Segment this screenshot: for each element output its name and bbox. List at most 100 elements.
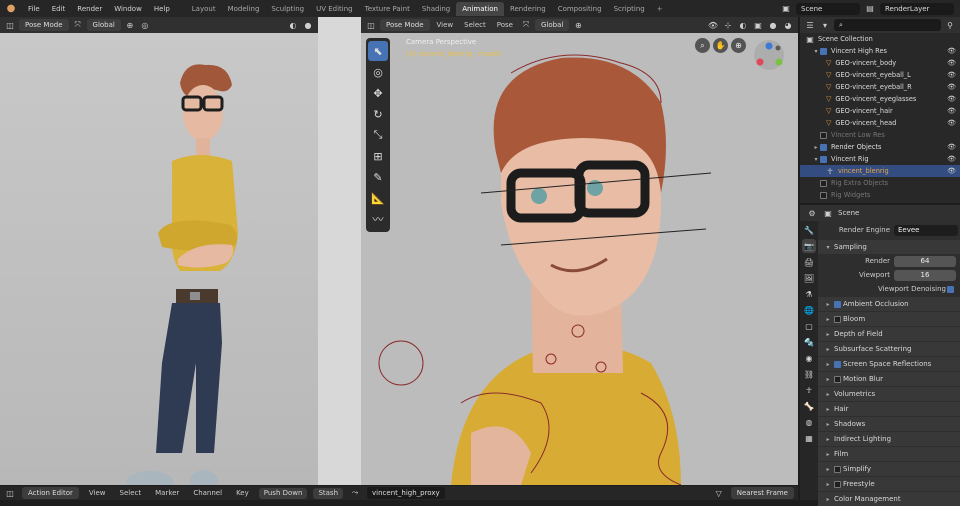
- left-mode-dropdown[interactable]: Pose Mode: [19, 19, 69, 31]
- view-layer-field[interactable]: RenderLayer: [880, 2, 954, 15]
- expand-icon[interactable]: ▸: [824, 421, 832, 428]
- annotate-tool-icon[interactable]: ✎: [368, 167, 388, 187]
- outliner-row-geo-body[interactable]: ▽ GEO-vincent_body 👁: [800, 57, 960, 69]
- xray-icon[interactable]: ▣: [752, 19, 764, 31]
- section-bloom[interactable]: ▸ Bloom: [818, 312, 960, 326]
- section-depth-of-field[interactable]: ▸ Depth of Field: [818, 327, 960, 341]
- transform-tool-icon[interactable]: ⊞: [368, 146, 388, 166]
- viewport-samples-field[interactable]: 16: [894, 269, 956, 281]
- expand-icon[interactable]: ▸: [824, 406, 832, 413]
- menu-window[interactable]: Window: [108, 5, 148, 13]
- menu-pose[interactable]: Pose: [493, 21, 517, 29]
- checkbox[interactable]: [820, 155, 827, 163]
- checkbox[interactable]: [834, 315, 841, 323]
- outliner-row-rig-widgets[interactable]: Rig Widgets: [800, 189, 960, 201]
- eye-icon[interactable]: 👁: [947, 143, 956, 151]
- modifier-tab-icon[interactable]: 🔩: [802, 335, 816, 349]
- viewport-denoising-checkbox[interactable]: [947, 285, 954, 293]
- add-workspace-icon[interactable]: +: [651, 2, 669, 16]
- eye-icon[interactable]: 👁: [947, 83, 956, 91]
- interpolation-dropdown[interactable]: Nearest Frame: [730, 487, 794, 499]
- expand-icon[interactable]: ▸: [824, 466, 832, 473]
- section-shadows[interactable]: ▸ Shadows: [818, 417, 960, 431]
- outliner-row-geo-eyeglasses[interactable]: ▽ GEO-vincent_eyeglasses 👁: [800, 93, 960, 105]
- expand-icon[interactable]: ▸: [812, 144, 820, 151]
- menu-channel[interactable]: Channel: [189, 489, 226, 497]
- output-tab-icon[interactable]: 🖨: [802, 255, 816, 269]
- section-hair[interactable]: ▸ Hair: [818, 402, 960, 416]
- eye-icon[interactable]: 👁: [947, 167, 956, 175]
- editor-type-icon[interactable]: ◫: [4, 19, 16, 31]
- display-mode-icon[interactable]: ▾: [819, 19, 831, 31]
- scale-tool-icon[interactable]: ⤡: [368, 125, 388, 145]
- outliner-row-vincent-low-res[interactable]: Vincent Low Res: [800, 129, 960, 141]
- render-engine-dropdown[interactable]: Eevee: [894, 224, 958, 236]
- menu-select-bottom[interactable]: Select: [116, 489, 146, 497]
- navigation-gizmo-icon[interactable]: [745, 38, 793, 72]
- section-film[interactable]: ▸ Film: [818, 447, 960, 461]
- tab-modeling[interactable]: Modeling: [222, 2, 266, 16]
- checkbox[interactable]: [834, 375, 841, 383]
- eye-icon[interactable]: 👁: [947, 71, 956, 79]
- outliner-row-rig-extra-objects[interactable]: Rig Extra Objects: [800, 177, 960, 189]
- tab-compositing[interactable]: Compositing: [552, 2, 608, 16]
- overlay-icon[interactable]: ◐: [287, 19, 299, 31]
- world-tab-icon[interactable]: 🌐: [802, 303, 816, 317]
- shading-material-icon[interactable]: ◕: [782, 19, 794, 31]
- dopesheet-editor-icon[interactable]: ◫: [4, 487, 16, 499]
- action-field[interactable]: vincent_high_proxy: [367, 487, 445, 499]
- gizmo-icon[interactable]: ⊹: [722, 19, 734, 31]
- tool-tab-icon[interactable]: 🔧: [802, 223, 816, 237]
- view-layer-tab-icon[interactable]: 🖼: [802, 271, 816, 285]
- checkbox[interactable]: [820, 143, 827, 151]
- eye-icon[interactable]: 👁: [947, 107, 956, 115]
- left-viewport[interactable]: [0, 33, 318, 485]
- eye-icon[interactable]: 👁: [947, 95, 956, 103]
- outliner-search-input[interactable]: ⌕: [834, 19, 941, 31]
- scene-tab-icon[interactable]: ⚗: [802, 287, 816, 301]
- right-mode-dropdown[interactable]: Pose Mode: [380, 19, 430, 31]
- cursor-tool-icon[interactable]: ◎: [368, 62, 388, 82]
- outliner-row-geo-hair[interactable]: ▽ GEO-vincent_hair 👁: [800, 105, 960, 117]
- expand-icon[interactable]: ▸: [824, 316, 832, 323]
- menu-select[interactable]: Select: [460, 21, 490, 29]
- scene-field[interactable]: Scene: [796, 2, 860, 15]
- filter-icon[interactable]: ⚲: [944, 19, 956, 31]
- tab-shading[interactable]: Shading: [416, 2, 456, 16]
- section-freestyle[interactable]: ▸ Freestyle: [818, 477, 960, 491]
- snap-icon-right[interactable]: ⊕: [572, 19, 584, 31]
- stash-button[interactable]: Stash: [313, 487, 344, 499]
- outliner-row-vincent-high-res[interactable]: ▾ Vincent High Res 👁: [800, 45, 960, 57]
- data-tab-icon[interactable]: ☥: [802, 383, 816, 397]
- proportional-icon[interactable]: ◎: [139, 19, 151, 31]
- expand-icon[interactable]: ▸: [824, 391, 832, 398]
- menu-help[interactable]: Help: [148, 5, 176, 13]
- rotate-tool-icon[interactable]: ↻: [368, 104, 388, 124]
- properties-editor-icon[interactable]: ⚙: [806, 207, 818, 219]
- expand-icon[interactable]: ▸: [824, 331, 832, 338]
- relax-tool-icon[interactable]: 〰: [368, 209, 388, 229]
- expand-icon[interactable]: ▸: [824, 346, 832, 353]
- expand-icon[interactable]: ▸: [824, 436, 832, 443]
- expand-icon[interactable]: ▸: [824, 481, 832, 488]
- select-tool-icon[interactable]: ⬉: [368, 41, 388, 61]
- outliner-row-geo-head[interactable]: ▽ GEO-vincent_head 👁: [800, 117, 960, 129]
- bone-tab-icon[interactable]: 🦴: [802, 399, 816, 413]
- checkbox[interactable]: [820, 47, 827, 55]
- object-tab-icon[interactable]: ▢: [802, 319, 816, 333]
- measure-tool-icon[interactable]: 📐: [368, 188, 388, 208]
- outliner-editor-icon[interactable]: ☰: [804, 19, 816, 31]
- filter-icon-bottom[interactable]: ▽: [713, 487, 725, 499]
- scene-collection-row[interactable]: ▣ Scene Collection: [800, 33, 960, 45]
- tab-layout[interactable]: Layout: [186, 2, 222, 16]
- push-down-button[interactable]: Push Down: [258, 487, 308, 499]
- visibility-icon[interactable]: 👁: [707, 19, 719, 31]
- menu-view-bottom[interactable]: View: [85, 489, 110, 497]
- tab-texture-paint[interactable]: Texture Paint: [359, 2, 416, 16]
- section-simplify[interactable]: ▸ Simplify: [818, 462, 960, 476]
- constraint-tab-icon[interactable]: ⛓: [802, 367, 816, 381]
- menu-edit[interactable]: Edit: [46, 5, 72, 13]
- outliner-row-geo-eyeball-l[interactable]: ▽ GEO-vincent_eyeball_L 👁: [800, 69, 960, 81]
- tab-scripting[interactable]: Scripting: [608, 2, 651, 16]
- expand-icon[interactable]: ▾: [812, 48, 820, 55]
